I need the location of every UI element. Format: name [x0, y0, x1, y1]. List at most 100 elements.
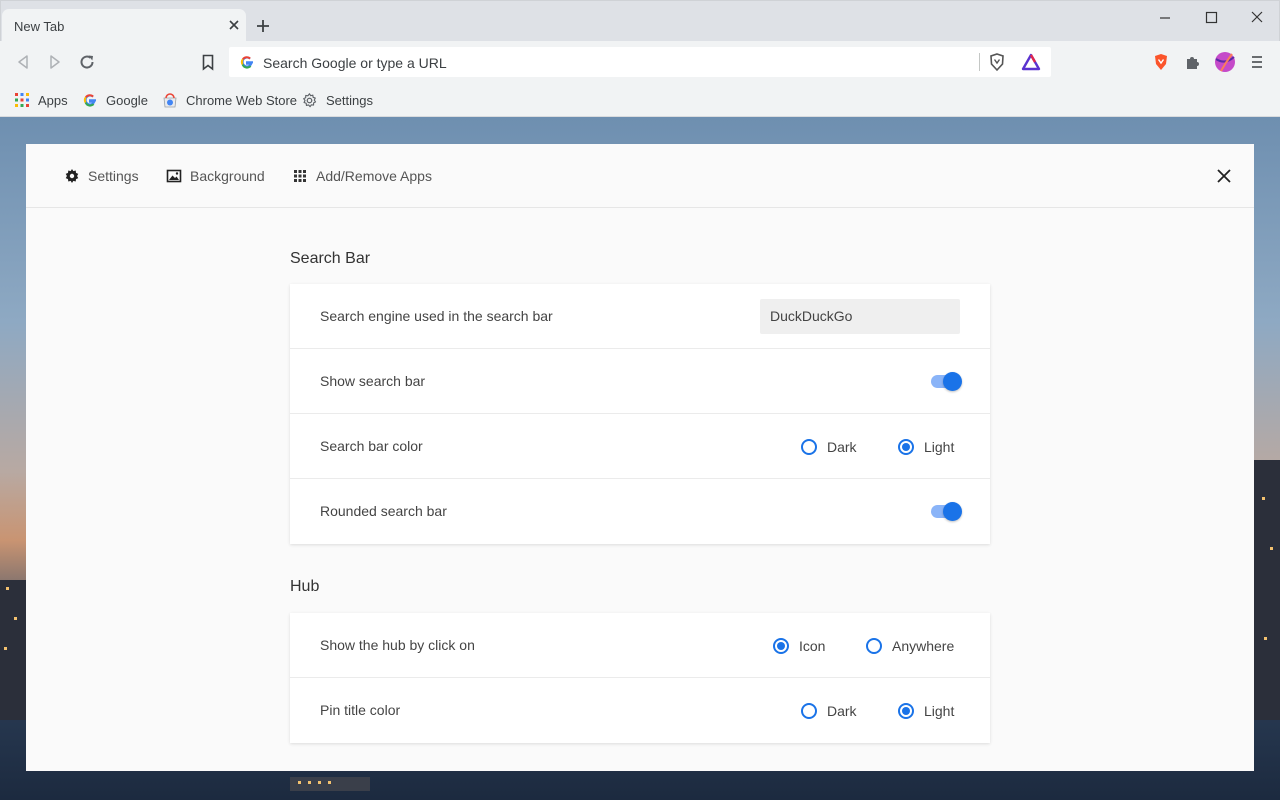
show-search-bar-toggle[interactable]: [931, 372, 962, 391]
radio-label: Light: [924, 703, 955, 719]
bookmark-icon[interactable]: [197, 51, 219, 73]
setting-row-search-engine: Search engine used in the search bar Duc…: [290, 284, 990, 349]
tab-settings[interactable]: Settings: [64, 166, 139, 186]
boat-light: [308, 781, 311, 784]
radio-circle: [866, 638, 882, 654]
city-light: [6, 587, 9, 590]
tab-strip: New Tab: [0, 0, 1280, 42]
radio-circle-selected: [773, 638, 789, 654]
tab-label: Background: [190, 168, 265, 184]
city-light: [1270, 547, 1273, 550]
bookmark-settings[interactable]: Settings: [301, 90, 373, 110]
radio-show-hub-anywhere[interactable]: Anywhere: [866, 635, 954, 657]
bookmark-label: Google: [106, 92, 148, 108]
reload-icon[interactable]: [76, 51, 98, 73]
boat: [290, 777, 370, 791]
hub-settings-card: Show the hub by click on Icon Anywhere P…: [290, 613, 990, 743]
boat-light: [298, 781, 301, 784]
radio-label: Light: [924, 439, 955, 455]
settings-panel: Settings Background Add/Remove Apps Sear…: [26, 144, 1254, 771]
radio-label: Icon: [799, 638, 826, 654]
tab-label: Settings: [88, 168, 139, 184]
profile-avatar-icon[interactable]: [1214, 51, 1236, 73]
image-icon: [166, 169, 182, 183]
menu-icon[interactable]: [1246, 51, 1268, 73]
setting-label: Pin title color: [320, 702, 401, 718]
rounded-search-bar-toggle[interactable]: [931, 502, 962, 521]
setting-label: Search engine used in the search bar: [320, 308, 553, 324]
search-engine-select[interactable]: DuckDuckGo: [760, 299, 960, 334]
toggle-knob: [943, 502, 962, 521]
setting-row-pin-title-color: Pin title color Dark Light: [290, 678, 990, 743]
bookmark-apps[interactable]: Apps: [14, 90, 68, 110]
section-title-search-bar: Search Bar: [290, 250, 371, 267]
bookmarks-bar: Apps Google Chrome Web Store Settings: [0, 83, 1280, 117]
radio-circle: [801, 703, 817, 719]
back-icon[interactable]: [12, 51, 34, 73]
tab-label: Add/Remove Apps: [316, 168, 432, 184]
maximize-icon[interactable]: [1199, 7, 1223, 29]
bookmark-google[interactable]: Google: [82, 90, 148, 110]
window-close-icon[interactable]: [1245, 7, 1269, 29]
setting-label: Rounded search bar: [320, 503, 447, 519]
tab-title: New Tab: [14, 19, 65, 34]
tab-new-tab[interactable]: New Tab: [2, 9, 246, 42]
forward-icon[interactable]: [44, 51, 66, 73]
city-skyline-right: [1254, 460, 1280, 720]
google-g-icon: [83, 94, 96, 107]
setting-row-search-bar-color: Search bar color Dark Light: [290, 414, 990, 479]
setting-row-rounded-search-bar: Rounded search bar: [290, 479, 990, 544]
google-g-icon: [240, 56, 253, 69]
close-icon[interactable]: [1214, 166, 1234, 186]
gear-icon: [303, 92, 317, 107]
radio-circle: [801, 439, 817, 455]
setting-label: Show search bar: [320, 373, 426, 389]
browser-toolbar: Search Google or type a URL: [0, 41, 1280, 83]
radio-show-hub-icon[interactable]: Icon: [773, 635, 825, 657]
omnibox-divider: [979, 53, 980, 71]
minimize-icon[interactable]: [1153, 7, 1177, 29]
bookmark-label: Apps: [38, 92, 68, 108]
setting-label: Show the hub by click on: [320, 637, 475, 653]
city-skyline-left: [0, 580, 26, 720]
setting-row-show-hub: Show the hub by click on Icon Anywhere: [290, 613, 990, 678]
radio-label: Dark: [827, 703, 857, 719]
radio-circle-selected: [898, 439, 914, 455]
city-light: [1264, 637, 1267, 640]
extensions-puzzle-icon[interactable]: [1182, 51, 1204, 73]
gear-icon: [65, 169, 79, 183]
radio-search-bar-color-dark[interactable]: Dark: [801, 436, 857, 458]
bookmark-label: Settings: [326, 92, 373, 108]
tab-close-icon[interactable]: [226, 17, 242, 33]
bookmark-chrome-web-store[interactable]: Chrome Web Store: [162, 90, 297, 110]
section-title-hub: Hub: [290, 578, 320, 595]
radio-search-bar-color-light[interactable]: Light: [898, 436, 954, 458]
new-tab-plus-icon[interactable]: [253, 16, 273, 36]
chrome-web-store-icon: [163, 93, 177, 108]
brave-shields-icon[interactable]: [987, 52, 1007, 72]
city-light: [14, 617, 17, 620]
search-bar-settings-card: Search engine used in the search bar Duc…: [290, 284, 990, 544]
brave-lion-icon[interactable]: [1150, 51, 1172, 73]
omnibox[interactable]: Search Google or type a URL: [229, 47, 1051, 77]
apps-grid-icon: [15, 93, 29, 107]
brave-rewards-icon[interactable]: [1021, 52, 1041, 72]
setting-row-show-search-bar: Show search bar: [290, 349, 990, 414]
boat-light: [328, 781, 331, 784]
panel-tab-bar: Settings Background Add/Remove Apps: [26, 144, 1254, 208]
radio-circle-selected: [898, 703, 914, 719]
omnibox-input[interactable]: Search Google or type a URL: [263, 55, 447, 71]
setting-label: Search bar color: [320, 438, 423, 454]
apps-grid-icon: [294, 170, 306, 182]
boat-light: [318, 781, 321, 784]
city-light: [1262, 497, 1265, 500]
tab-background[interactable]: Background: [166, 166, 265, 186]
tab-add-remove-apps[interactable]: Add/Remove Apps: [292, 166, 432, 186]
radio-pin-title-color-dark[interactable]: Dark: [801, 700, 857, 722]
radio-pin-title-color-light[interactable]: Light: [898, 700, 954, 722]
radio-label: Dark: [827, 439, 857, 455]
toggle-knob: [943, 372, 962, 391]
bookmark-label: Chrome Web Store: [186, 92, 298, 108]
city-light: [4, 647, 7, 650]
radio-label: Anywhere: [892, 638, 955, 654]
